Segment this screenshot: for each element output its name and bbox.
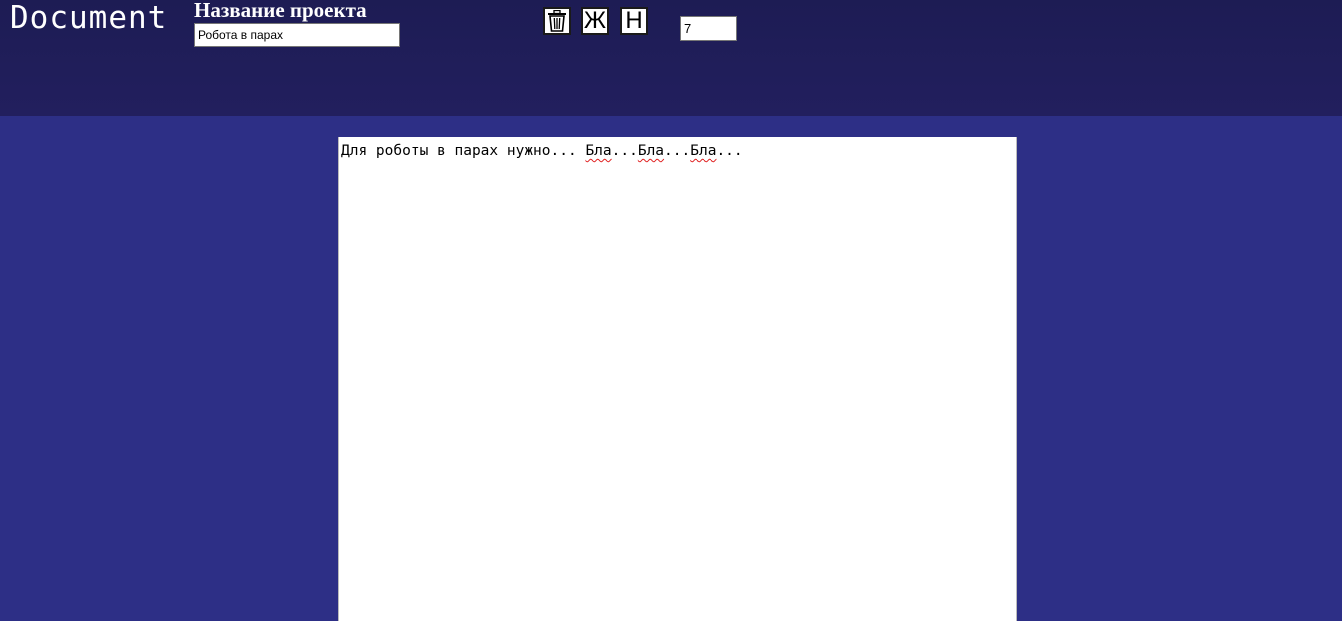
- header-bar: Document Название проекта Ж Н: [0, 0, 1342, 116]
- misspelled-word: Бла: [690, 143, 717, 159]
- document-editor[interactable]: Для роботы в парах нужно... Бла...Бла...…: [338, 137, 1017, 621]
- editor-text: ...: [664, 143, 691, 159]
- trash-icon: [548, 10, 566, 32]
- misspelled-word: Бла: [585, 143, 612, 159]
- app-title: Document: [10, 0, 168, 36]
- editor-text: Для роботы в парах нужно...: [341, 143, 586, 159]
- misspelled-word: Бла: [637, 143, 665, 159]
- project-name-input[interactable]: [194, 23, 400, 47]
- editor-text: ...: [611, 143, 638, 159]
- font-size-input[interactable]: [680, 16, 737, 41]
- project-name-label: Название проекта: [194, 0, 367, 22]
- delete-button[interactable]: [543, 7, 571, 35]
- normal-button[interactable]: Н: [620, 7, 648, 35]
- bold-button[interactable]: Ж: [581, 7, 609, 35]
- editor-text: ...: [716, 143, 743, 159]
